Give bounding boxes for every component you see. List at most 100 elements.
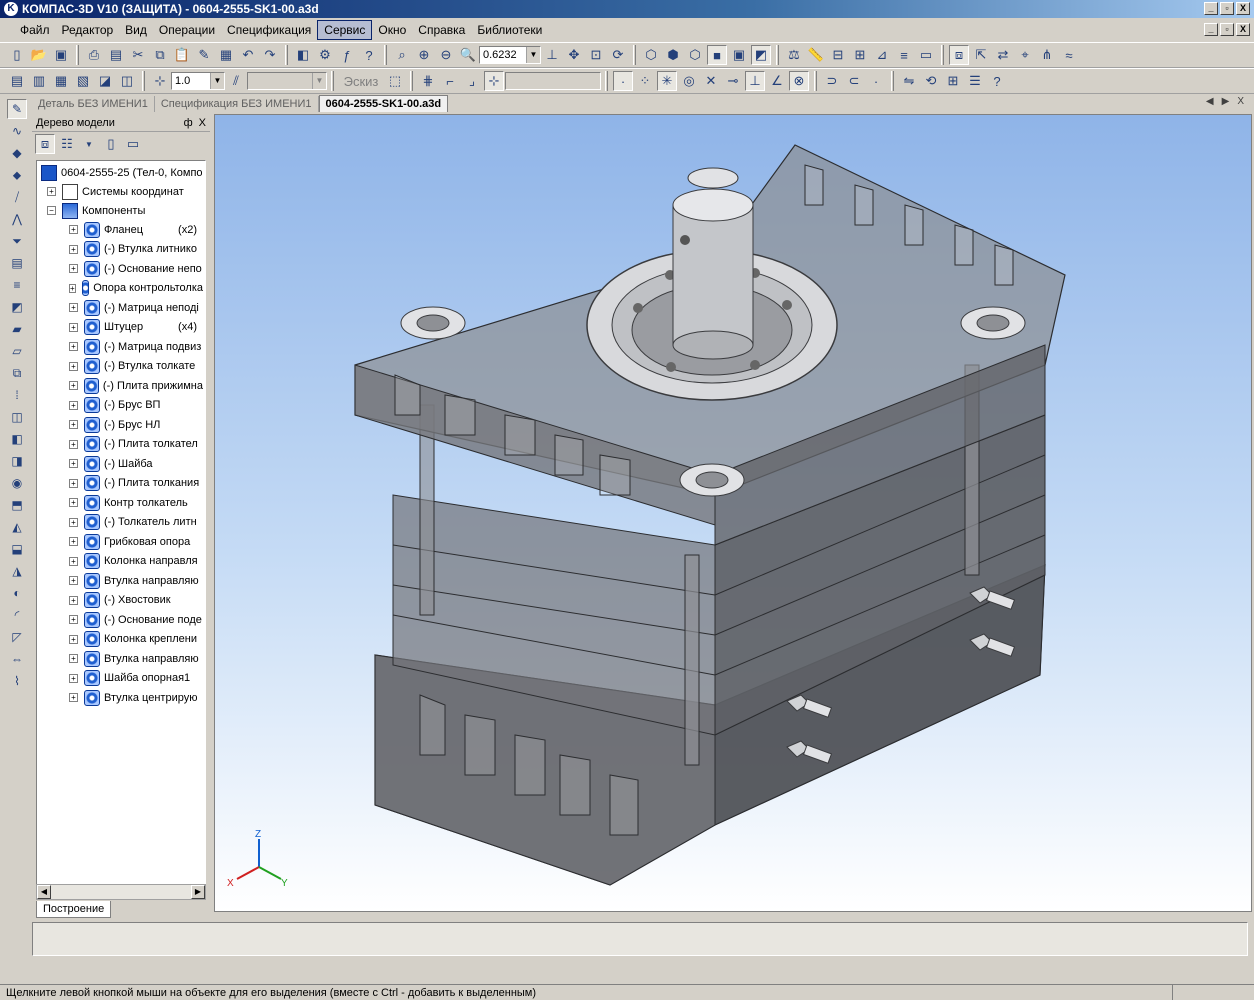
thread-icon[interactable]: ⌇ xyxy=(7,671,27,691)
panel-close-icon[interactable]: X xyxy=(199,117,206,129)
tree-root[interactable]: 0604-2555-25 (Тел-0, Компо xyxy=(41,163,203,182)
mirror-icon[interactable]: ⇔ xyxy=(7,649,27,669)
print-icon[interactable]: ⎙ xyxy=(84,45,104,65)
open-folder-icon[interactable]: 📂 xyxy=(29,45,49,65)
reports-icon[interactable]: ≡ xyxy=(7,275,27,295)
loft-icon[interactable]: ⬓ xyxy=(7,539,27,559)
tree-item-component[interactable]: + Штуцер (x4) xyxy=(69,318,203,337)
undo-icon[interactable]: ↶ xyxy=(238,45,258,65)
part-icon[interactable]: ◫ xyxy=(7,407,27,427)
tree-item-component[interactable]: + (-) Матрица подвиз xyxy=(69,337,203,356)
sweep-icon[interactable]: ◮ xyxy=(7,561,27,581)
tab-prev-icon[interactable]: ◀ xyxy=(1206,96,1214,107)
chevron-down-icon[interactable]: ▼ xyxy=(79,134,99,154)
curves-icon[interactable]: ∿ xyxy=(7,121,27,141)
minimize-button[interactable]: _ xyxy=(1204,2,1218,15)
tree-item-component[interactable]: + Опора контрольтолка xyxy=(69,279,203,298)
measure-icon[interactable]: 📏 xyxy=(806,45,826,65)
local-cs-icon[interactable]: ⌐ xyxy=(440,71,460,91)
tree-item-coord-systems[interactable]: + Системы координат xyxy=(47,182,184,201)
doc-icon-2[interactable]: ▥ xyxy=(29,71,49,91)
menu-help[interactable]: Справка xyxy=(412,21,471,39)
style-combo[interactable]: ▼ xyxy=(247,72,327,90)
magnet-icon[interactable]: ⊃ xyxy=(822,71,842,91)
shaded-edges-icon[interactable]: ▣ xyxy=(729,45,749,65)
revolve-icon[interactable]: ◐ xyxy=(7,583,27,603)
line-width-combo[interactable]: 1.0 ▼ xyxy=(171,72,225,90)
expand-icon[interactable]: + xyxy=(69,537,78,546)
expand-icon[interactable]: + xyxy=(69,400,78,410)
tree-item-component[interactable]: + (-) Матрица неподі xyxy=(69,298,203,317)
tree-icon[interactable]: ⧈ xyxy=(949,45,969,65)
expand-icon[interactable]: + xyxy=(69,693,78,702)
doc-minimize-button[interactable]: _ xyxy=(1204,23,1218,36)
expand-icon[interactable]: + xyxy=(69,654,78,663)
tree-item-component[interactable]: + (-) Плита прижимна xyxy=(69,376,203,395)
doc-close-button[interactable]: X xyxy=(1236,23,1250,36)
tab-next-icon[interactable]: ▶ xyxy=(1222,96,1230,107)
tree-structure-icon[interactable]: ☷ xyxy=(57,134,77,154)
new-document-icon[interactable]: ▯ xyxy=(7,45,27,65)
expand-icon[interactable]: + xyxy=(69,381,78,390)
tree-item-component[interactable]: + Втулка центрирую xyxy=(69,688,203,707)
section-icon[interactable]: ⊟ xyxy=(828,45,848,65)
rib-icon[interactable]: ⬒ xyxy=(7,495,27,515)
tree-show-icon[interactable]: ▭ xyxy=(123,134,143,154)
chevron-down-icon[interactable]: ▼ xyxy=(210,73,224,89)
kompas-app-icon[interactable]: K xyxy=(4,2,18,16)
rebuild-icon[interactable]: ⟲ xyxy=(921,71,941,91)
properties-icon[interactable]: ✎ xyxy=(194,45,214,65)
tree-item-component[interactable]: + (-) Хвостовик xyxy=(69,591,203,610)
hierarchy-icon[interactable]: ⋔ xyxy=(1037,45,1057,65)
menu-specification[interactable]: Спецификация xyxy=(221,21,317,39)
help-icon[interactable]: ? xyxy=(987,71,1007,91)
hole-icon[interactable]: ◉ xyxy=(7,473,27,493)
menu-window[interactable]: Окно xyxy=(372,21,412,39)
zoom-combo[interactable]: 0.6232 ▼ xyxy=(479,46,541,64)
pin-icon[interactable]: ф xyxy=(184,117,193,129)
scroll-right-icon[interactable]: ▶ xyxy=(191,885,205,899)
expand-icon[interactable]: + xyxy=(69,322,78,332)
expand-icon[interactable]: + xyxy=(69,420,78,429)
extrude-icon[interactable]: ▰ xyxy=(7,319,27,339)
line-style-icon[interactable]: ⊹ xyxy=(150,71,170,91)
coordinate-field[interactable] xyxy=(505,72,601,90)
menu-file[interactable]: Файл xyxy=(14,21,56,39)
tree-item-component[interactable]: + (-) Брус НЛ xyxy=(69,415,203,434)
expand-icon[interactable]: + xyxy=(69,459,78,468)
snap-center-icon[interactable]: ◎ xyxy=(679,71,699,91)
calculator-icon[interactable]: ▦ xyxy=(216,45,236,65)
chevron-down-icon[interactable]: ▼ xyxy=(312,73,326,89)
collapse-icon[interactable]: − xyxy=(47,206,56,215)
tab-assembly[interactable]: 0604-2555-SK1-00.a3d xyxy=(318,95,449,112)
zoom-window-icon[interactable]: ⌕ xyxy=(392,45,412,65)
zoom-scale-icon[interactable]: 🔍 xyxy=(458,45,478,65)
filter-icon[interactable]: ⏷ xyxy=(7,231,27,251)
tab-close-icon[interactable]: X xyxy=(1237,96,1244,107)
snap-tangent-icon[interactable]: ⊸ xyxy=(723,71,743,91)
save-icon[interactable]: ▣ xyxy=(51,45,71,65)
tree-item-components[interactable]: − Компоненты xyxy=(47,201,145,220)
edit-place-icon[interactable]: ⇱ xyxy=(971,45,991,65)
disabled-tool-icon[interactable]: · xyxy=(866,71,886,91)
expand-icon[interactable]: + xyxy=(69,615,78,624)
tree-item-component[interactable]: + Фланец (x2) xyxy=(69,220,203,239)
expand-icon[interactable]: + xyxy=(69,361,78,371)
expand-icon[interactable]: + xyxy=(69,283,76,293)
move-component-icon[interactable]: ⇄ xyxy=(993,45,1013,65)
menu-service[interactable]: Сервис xyxy=(317,20,373,40)
doc-icon-4[interactable]: ▧ xyxy=(73,71,93,91)
tree-item-component[interactable]: + Втулка направляю xyxy=(69,649,203,668)
tree-item-component[interactable]: + (-) Плита толкател xyxy=(69,435,203,454)
snap-end-icon[interactable]: ⁘ xyxy=(635,71,655,91)
hidden-lines-icon[interactable]: ⬢ xyxy=(663,45,683,65)
specification-icon[interactable]: ▤ xyxy=(7,253,27,273)
assembly-model[interactable]: Z X Y xyxy=(215,115,1252,912)
menu-operations[interactable]: Операции xyxy=(153,21,221,39)
expand-icon[interactable]: + xyxy=(69,498,78,507)
doc-restore-button[interactable]: ▫ xyxy=(1220,23,1234,36)
snap-point-icon[interactable]: · xyxy=(613,71,633,91)
close-button[interactable]: X xyxy=(1236,2,1250,15)
menu-view[interactable]: Вид xyxy=(119,21,153,39)
snap-icon[interactable]: ⊹ xyxy=(484,71,504,91)
